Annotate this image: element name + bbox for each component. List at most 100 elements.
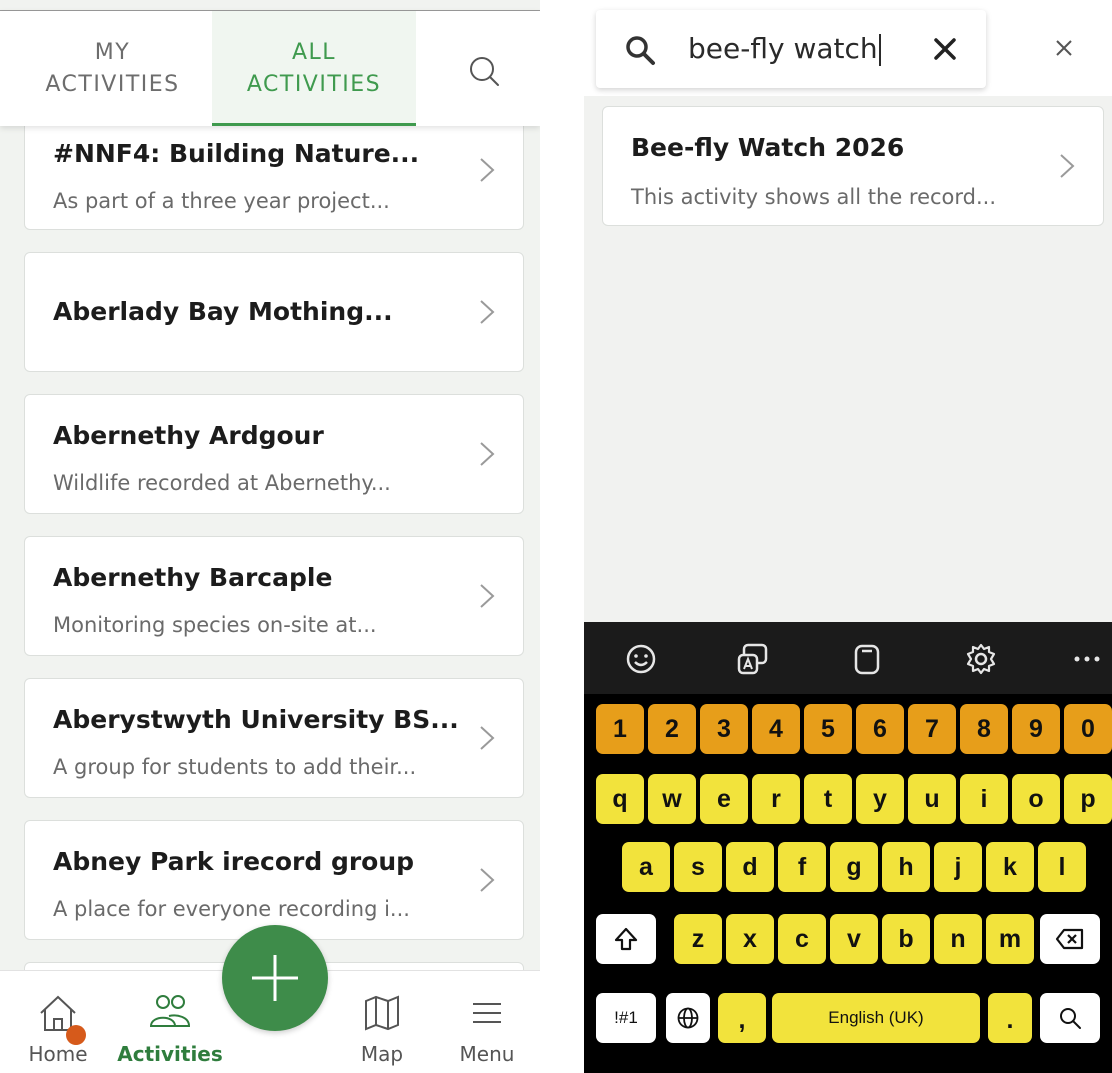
key-i[interactable]: i [960,774,1008,824]
backspace-icon [1055,928,1084,950]
key-y[interactable]: y [856,774,904,824]
clipboard-icon[interactable] [850,642,884,676]
key-p[interactable]: p [1064,774,1112,824]
key-6[interactable]: 6 [856,704,904,754]
activity-description: This activity shows all the record... [631,185,997,209]
activity-description: As part of a three year project... [53,189,390,213]
search-screen: bee-fly watch Bee-fly Watch 2026 This ac… [584,0,1112,1073]
chevron-right-icon [480,726,495,750]
shift-key[interactable] [596,914,656,964]
key-7[interactable]: 7 [908,704,956,754]
period-key[interactable]: . [988,993,1032,1043]
people-icon [149,995,191,1027]
comma-key[interactable]: , [718,993,766,1043]
activity-card-aberystwyth[interactable]: Aberystwyth University BS... A group for… [24,678,524,798]
tab-my-activities[interactable]: MY ACTIVITIES [15,11,210,126]
key-b[interactable]: b [882,914,930,964]
key-m[interactable]: m [986,914,1034,964]
settings-icon[interactable] [964,642,998,676]
chevron-right-icon [1060,154,1075,178]
nav-map[interactable]: Map [332,971,432,1073]
backspace-key[interactable] [1040,914,1100,964]
search-icon[interactable] [462,49,508,95]
space-key[interactable]: English (UK) [772,993,980,1043]
key-z[interactable]: z [674,914,722,964]
tab-label-line1: ALL [291,39,337,65]
chevron-right-icon [480,868,495,892]
key-d[interactable]: d [726,842,774,892]
search-input[interactable]: bee-fly watch [596,10,986,88]
key-1[interactable]: 1 [596,704,644,754]
key-v[interactable]: v [830,914,878,964]
add-record-button[interactable] [222,925,328,1031]
activity-description: Wildlife recorded at Abernethy... [53,471,391,495]
key-0[interactable]: 0 [1064,704,1112,754]
activity-title: Bee-fly Watch 2026 [631,133,905,162]
activity-title: #NNF4: Building Nature... [53,139,420,168]
key-u[interactable]: u [908,774,956,824]
activity-card-abernethy-barcaple[interactable]: Abernethy Barcaple Monitoring species on… [24,536,524,656]
nav-home[interactable]: Home [8,971,108,1073]
translate-icon[interactable] [736,642,770,676]
on-screen-keyboard: 1 2 3 4 5 6 7 8 9 0 q w e r t y u i o p … [584,622,1112,1073]
tab-all-activities[interactable]: ALL ACTIVITIES [212,11,416,126]
nav-label: Menu [459,1042,515,1066]
search-icon [626,36,655,65]
activity-description: Monitoring species on-site at... [53,613,377,637]
search-header: bee-fly watch [584,0,1112,96]
close-icon[interactable] [1054,38,1074,58]
activity-card-nnf4[interactable]: #NNF4: Building Nature... As part of a t… [24,110,524,230]
search-result-card[interactable]: Bee-fly Watch 2026 This activity shows a… [602,106,1104,226]
key-a[interactable]: a [622,842,670,892]
chevron-right-icon [480,584,495,608]
nav-activities[interactable]: Activities [115,971,225,1073]
key-q[interactable]: q [596,774,644,824]
key-t[interactable]: t [804,774,852,824]
plus-icon [252,955,298,1001]
key-s[interactable]: s [674,842,722,892]
chevron-right-icon [480,300,495,324]
activity-title: Abernethy Ardgour [53,421,324,450]
activity-description: A group for students to add their... [53,755,417,779]
language-key[interactable] [666,993,710,1043]
symbols-key[interactable]: !#1 [596,993,656,1043]
key-w[interactable]: w [648,774,696,824]
activity-title: Abernethy Barcaple [53,563,333,592]
activity-card-abernethy-ardgour[interactable]: Abernethy Ardgour Wildlife recorded at A… [24,394,524,514]
key-5[interactable]: 5 [804,704,852,754]
activity-card-aberlady[interactable]: Aberlady Bay Mothing... [24,252,524,372]
activity-card-abney-park[interactable]: Abney Park irecord group A place for eve… [24,820,524,940]
key-f[interactable]: f [778,842,826,892]
hamburger-icon [473,1003,501,1023]
key-l[interactable]: l [1038,842,1086,892]
key-x[interactable]: x [726,914,774,964]
key-c[interactable]: c [778,914,826,964]
activity-title: Aberlady Bay Mothing... [53,297,393,326]
keyboard-toolbar [584,622,1112,694]
key-h[interactable]: h [882,842,930,892]
clear-search-icon[interactable] [931,35,959,63]
emoji-icon[interactable] [624,642,658,676]
key-k[interactable]: k [986,842,1034,892]
text-caret [878,34,881,66]
search-key[interactable] [1040,993,1100,1043]
key-r[interactable]: r [752,774,800,824]
key-3[interactable]: 3 [700,704,748,754]
key-9[interactable]: 9 [1012,704,1060,754]
key-g[interactable]: g [830,842,878,892]
nav-menu[interactable]: Menu [437,971,537,1073]
key-4[interactable]: 4 [752,704,800,754]
activity-title: Aberystwyth University BS... [53,705,459,734]
key-2[interactable]: 2 [648,704,696,754]
activity-title: Abney Park irecord group [53,847,415,876]
key-o[interactable]: o [1012,774,1060,824]
key-j[interactable]: j [934,842,982,892]
key-8[interactable]: 8 [960,704,1008,754]
key-e[interactable]: e [700,774,748,824]
chevron-right-icon [480,158,495,182]
chevron-right-icon [480,442,495,466]
search-icon [1060,1008,1081,1029]
key-n[interactable]: n [934,914,982,964]
more-icon[interactable] [1070,642,1104,676]
globe-icon [677,1007,699,1029]
